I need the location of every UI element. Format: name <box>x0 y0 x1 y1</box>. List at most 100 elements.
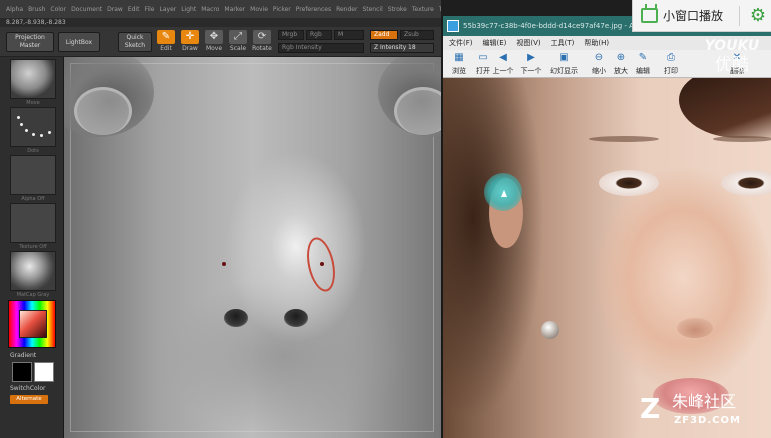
slideshow-button[interactable]: ▣ 幻灯显示 <box>545 52 583 76</box>
app-icon <box>447 20 459 32</box>
viewer-menu-item[interactable]: 文件(F) <box>449 38 473 48</box>
zbrush-menu-item[interactable]: Light <box>181 6 196 13</box>
rotate-tool-button[interactable]: ⟳ Rotate <box>251 30 273 54</box>
stroke-picker-label: Dots <box>27 148 39 154</box>
slideshow-icon: ▣ <box>559 52 569 63</box>
move-tool-button[interactable]: ✥ Move <box>203 30 225 54</box>
youku-logo-text: YOUKU <box>704 38 760 54</box>
alternate-button[interactable]: Alternate <box>10 395 48 404</box>
edit-tool-label: Edit <box>160 45 172 52</box>
toolbar-button-label: 打开 <box>476 67 490 75</box>
alpha-picker-thumbnail[interactable] <box>10 155 56 195</box>
divider <box>739 6 740 26</box>
edit-button[interactable]: ✎ 编辑 <box>631 52 655 76</box>
stroke-picker-thumbnail[interactable] <box>10 107 56 147</box>
zbrush-menu-item[interactable]: Texture <box>412 6 434 13</box>
zbrush-menu-item[interactable]: File <box>144 6 154 13</box>
zbrush-menu-item[interactable]: Marker <box>224 6 245 13</box>
zbrush-menu-item[interactable]: Color <box>50 6 66 13</box>
photo-left-brow <box>589 136 659 142</box>
projection-master-button[interactable]: Projection Master <box>6 32 54 52</box>
zsub-toggle[interactable]: Zsub <box>400 30 434 40</box>
mini-window-bar[interactable]: 小窗口播放 ⚙ <box>632 0 771 32</box>
print-button[interactable]: ⎙ 打印 <box>659 52 683 76</box>
previous-button[interactable]: ◀ 上一个 <box>491 52 515 76</box>
reference-photo <box>443 78 771 438</box>
zbrush-menu-item[interactable]: Brush <box>28 6 45 13</box>
zbrush-left-shelf: Move Dots Alpha Off Texture Off MatCap G… <box>0 57 64 438</box>
zbrush-menu-item[interactable]: Edit <box>128 6 140 13</box>
zbrush-coordinates: 8.287,-8.938,-8.283 <box>6 19 66 26</box>
viewer-menu-item[interactable]: 编辑(E) <box>483 38 507 48</box>
zbrush-menu-item[interactable]: Picker <box>273 6 291 13</box>
lightbox-button[interactable]: LightBox <box>58 32 100 52</box>
stroke-dot <box>32 133 35 136</box>
viewer-menu-item[interactable]: 视图(V) <box>516 38 540 48</box>
m-toggle[interactable]: M <box>334 30 364 40</box>
color-picker[interactable] <box>8 300 56 348</box>
secondary-color-swatch[interactable] <box>34 362 54 382</box>
zoom-out-icon: ⊖ <box>594 52 604 63</box>
viewer-menu-item[interactable]: 工具(T) <box>551 38 575 48</box>
rgb-toggle[interactable]: Rgb <box>306 30 332 40</box>
zbrush-menu-item[interactable]: Preferences <box>296 6 331 13</box>
main-color-swatch[interactable] <box>12 362 32 382</box>
previous-icon: ◀ <box>499 52 507 63</box>
stroke-dot <box>20 123 23 126</box>
zf3d-watermark: Z 朱峰社区 ZF3D.COM <box>640 392 768 434</box>
gear-icon[interactable]: ⚙ <box>747 5 769 27</box>
stroke-dot <box>25 129 28 132</box>
viewer-menu-item[interactable]: 帮助(H) <box>584 38 609 48</box>
toolbar-button-label: 幻灯显示 <box>550 67 578 75</box>
mrgb-toggle[interactable]: Mrgb <box>278 30 304 40</box>
scale-tool-label: Scale <box>229 45 247 52</box>
symmetry-marker <box>222 262 226 266</box>
texture-picker-thumbnail[interactable] <box>10 203 56 243</box>
zbrush-menu-item[interactable]: Movie <box>250 6 268 13</box>
zbrush-menu-item[interactable]: Tool <box>439 6 441 13</box>
zf-logo-icon: Z <box>640 392 661 425</box>
zbrush-menu-item[interactable]: Draw <box>107 6 123 13</box>
edit-pencil-icon: ✎ <box>157 30 175 44</box>
zbrush-menu-item[interactable]: Alpha <box>6 6 23 13</box>
browse-button[interactable]: ▦ 浏览 <box>447 52 471 76</box>
draw-crosshair-icon: ✛ <box>181 30 199 44</box>
brush-picker-thumbnail[interactable] <box>10 59 56 99</box>
mouse-pointer-icon <box>501 190 507 197</box>
zbrush-menu-item[interactable]: Document <box>71 6 102 13</box>
quick-sketch-button[interactable]: Quick Sketch <box>118 32 152 52</box>
draw-tool-label: Draw <box>182 45 198 52</box>
scale-tool-button[interactable]: ⤢ Scale <box>227 30 249 54</box>
next-icon: ▶ <box>527 52 535 63</box>
zbrush-menu-item[interactable]: Stroke <box>388 6 407 13</box>
mini-window-label[interactable]: 小窗口播放 <box>663 0 723 32</box>
color-picker-square[interactable] <box>19 310 47 338</box>
alpha-picker-label: Alpha Off <box>21 196 45 202</box>
material-picker-thumbnail[interactable] <box>10 251 56 291</box>
material-picker-label: MatCap Gray <box>16 292 50 298</box>
edit-tool-button[interactable]: ✎ Edit <box>155 30 177 54</box>
draw-tool-button[interactable]: ✛ Draw <box>179 30 201 54</box>
youku-logo-cn: 优酷 <box>715 55 749 75</box>
photo-nose <box>677 318 713 338</box>
zbrush-canvas[interactable] <box>64 57 441 438</box>
zoom-in-button[interactable]: ⊕ 放大 <box>609 52 633 76</box>
photo-right-brow <box>713 136 771 142</box>
rotate-icon: ⟳ <box>253 30 271 44</box>
z-intensity-slider[interactable]: Z Intensity 18 <box>370 43 434 53</box>
open-folder-icon: ▭ <box>478 52 488 63</box>
stroke-dot <box>48 131 51 134</box>
zbrush-menu-item[interactable]: Macro <box>201 6 219 13</box>
tv-icon <box>641 8 658 23</box>
next-button[interactable]: ▶ 下一个 <box>519 52 543 76</box>
move-arrows-icon: ✥ <box>205 30 223 44</box>
zbrush-menu-item[interactable]: Stencil <box>362 6 382 13</box>
zbrush-menu-item[interactable]: Render <box>336 6 357 13</box>
zadd-toggle[interactable]: Zadd <box>370 30 398 40</box>
gradient-label[interactable]: Gradient <box>10 352 36 359</box>
zoom-out-button[interactable]: ⊖ 缩小 <box>587 52 611 76</box>
switch-color-button[interactable]: SwitchColor <box>10 385 46 392</box>
rgb-intensity-slider[interactable]: Rgb Intensity <box>278 43 364 53</box>
zbrush-menu-item[interactable]: Layer <box>160 6 177 13</box>
toolbar-button-label: 下一个 <box>520 67 542 75</box>
